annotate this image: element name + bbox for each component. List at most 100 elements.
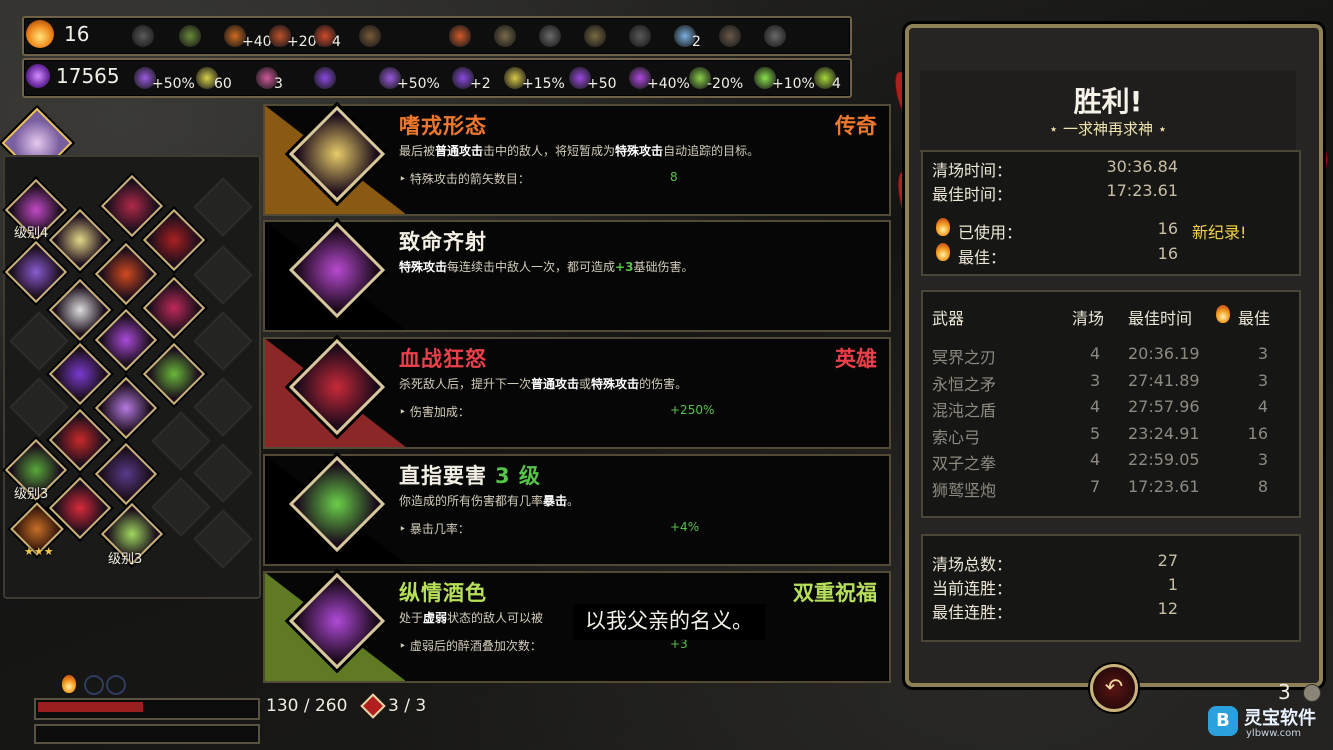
resource-slot[interactable]: +50%: [379, 64, 440, 92]
weapon-best-time: 27:41.89: [1128, 370, 1200, 390]
back-button[interactable]: ↶: [1090, 664, 1138, 712]
health-bar: [34, 698, 260, 720]
best-label: 最佳：: [958, 248, 1007, 267]
keepsake-slot[interactable]: [629, 22, 651, 50]
col-weapon: 武器: [932, 309, 965, 328]
trait-level-label: 级别3: [14, 487, 49, 502]
resource-slot[interactable]: +40%: [629, 64, 690, 92]
resource-bar: 17565 +50% 60 3 +50% +2 +15% +50 +40% -20% +10% 4: [22, 58, 852, 98]
best-time-value: 17:23.61: [1106, 181, 1178, 200]
weapon-best: 16: [1247, 423, 1268, 443]
keepsake-slot[interactable]: [179, 22, 201, 50]
boon-stat-value: +4%: [670, 520, 700, 534]
boon-rarity: 英雄: [835, 347, 877, 371]
best-streak-label: 最佳连胜：: [932, 603, 1013, 622]
weapon-row: 冥界之刃 4 20:36.19 3: [932, 344, 1292, 371]
keepsake-stars: ★★★: [24, 545, 54, 558]
lock-icon: [584, 25, 606, 47]
weapon-name: 索心弓: [932, 427, 981, 447]
resource-slot[interactable]: +50%: [134, 64, 195, 92]
heart-charm-icon: [179, 25, 201, 47]
flame-skull-icon: [449, 25, 471, 47]
resource-slot-value: +50%: [152, 76, 195, 92]
flame-skull-icon: [26, 20, 54, 48]
dumbbell-icon: [132, 25, 154, 47]
empty-slot-icon: [106, 675, 126, 695]
keepsake-slot[interactable]: [494, 22, 516, 50]
results-title: 胜利!: [1073, 85, 1143, 118]
weapon-clears: 4: [1090, 344, 1101, 363]
boon-rarity: 传奇: [835, 114, 877, 138]
best-streak-value: 12: [1157, 599, 1178, 618]
boon-card[interactable]: 致命齐射 特殊攻击每连续击中敌人一次，都可造成+3基础伤害。: [263, 220, 891, 332]
keepsake-slot[interactable]: [584, 22, 606, 50]
resource-slot[interactable]: 60: [196, 64, 232, 92]
boon-description: 最后被普通攻击击中的敌人，将短暂成为特殊攻击自动追踪的目标。: [399, 142, 759, 159]
total-clears-label: 清场总数：: [932, 555, 1013, 574]
boon-name-text: 血战狂怒: [399, 347, 487, 371]
wrench-icon: [539, 25, 561, 47]
resource-slot[interactable]: -20%: [689, 64, 743, 92]
resource-slot-value: +50%: [397, 76, 440, 92]
darkness-flame-icon: [936, 218, 950, 236]
darkness-counter: 16: [26, 20, 89, 48]
keepsake-slot[interactable]: [132, 22, 154, 50]
health-text: 130 / 260: [266, 696, 348, 716]
weapon-clears: 4: [1090, 450, 1101, 470]
clear-time-value: 30:36.84: [1106, 157, 1178, 176]
current-streak-label: 当前连胜：: [932, 579, 1013, 598]
boon-level: 3 级: [495, 464, 541, 488]
keepsake-slot[interactable]: 4: [314, 22, 341, 50]
keepsake-slot[interactable]: [719, 22, 741, 50]
keepsake-slot[interactable]: [539, 22, 561, 50]
resource-slot-value: -20%: [707, 76, 744, 92]
boon-description-part: 击中的敌人，将短暂成为: [483, 144, 616, 158]
weapon-best-time: 20:36.19: [1128, 344, 1200, 363]
resource-slot[interactable]: 4: [814, 64, 841, 92]
empty-slot-icon: [84, 675, 104, 695]
keepsake-slot[interactable]: [449, 22, 471, 50]
boon-description-part: 基础伤害。: [633, 260, 694, 274]
obol-icon: [1303, 684, 1321, 702]
darkness-flame-icon: [1216, 305, 1230, 323]
keepsake-bar: 16 +40% +20% 4 2: [22, 16, 852, 56]
weapon-name: 狮鹫坚炮: [932, 481, 997, 500]
boon-card[interactable]: 嗜戎形态 最后被普通攻击击中的敌人，将短暂成为特殊攻击自动追踪的目标。 ‣ 特殊攻击…: [263, 104, 891, 216]
col-clears: 清场: [1072, 309, 1105, 328]
boon-description-part: 杀死敌人后，提升下一次: [399, 377, 532, 391]
resource-slot-value: 60: [214, 76, 232, 92]
keepsake-slot[interactable]: [359, 22, 381, 50]
weapon-best: 3: [1257, 450, 1268, 470]
weapon-name: 永恒之矛: [932, 374, 997, 394]
boon-description-part: 特殊攻击: [399, 260, 448, 274]
resource-slot-value: +15%: [522, 76, 565, 92]
watermark-logo-icon: B: [1208, 706, 1238, 736]
boon-description-part: 普通攻击: [435, 144, 484, 158]
boon-description-part: 特殊攻击: [591, 377, 640, 391]
resource-slot[interactable]: +2: [452, 64, 491, 92]
boon-stat-value: +250%: [670, 403, 715, 417]
resource-slot[interactable]: 3: [256, 64, 283, 92]
boon-name: 嗜戎形态: [399, 110, 487, 140]
weapon-name: 双子之拳: [932, 454, 997, 474]
boon-stat-value: 8: [670, 170, 678, 184]
weapon-best: 3: [1257, 344, 1268, 363]
resource-slot-value: +40%: [647, 76, 690, 92]
keepsake-slot[interactable]: [764, 22, 786, 50]
resource-slot[interactable]: +10%: [754, 64, 815, 92]
boon-card[interactable]: 直指要害 3 级你造成的所有伤害都有几率暴击。 ‣ 暴击几率： +4%: [263, 454, 891, 566]
boon-description: 你造成的所有伤害都有几率暴击。: [399, 492, 579, 509]
resource-slot[interactable]: +15%: [504, 64, 565, 92]
best-time-label: 最佳时间：: [932, 185, 1013, 204]
heart-icon: [359, 25, 381, 47]
resource-slot[interactable]: [314, 64, 336, 92]
secondary-bar: [34, 724, 260, 744]
current-streak-value: 1: [1167, 575, 1178, 594]
keepsake-slot-value: 2: [692, 34, 701, 50]
resource-slot[interactable]: +50: [569, 64, 617, 92]
boon-card[interactable]: 血战狂怒 杀死敌人后，提升下一次普通攻击或特殊攻击的伤害。 ‣ 伤害加成： +250%…: [263, 337, 891, 449]
boon-description: 杀死敌人后，提升下一次普通攻击或特殊攻击的伤害。: [399, 375, 687, 392]
resource-slot-value: +2: [470, 76, 491, 92]
boon-name-text: 致命齐射: [399, 230, 487, 254]
keepsake-slot[interactable]: 2: [674, 22, 701, 50]
